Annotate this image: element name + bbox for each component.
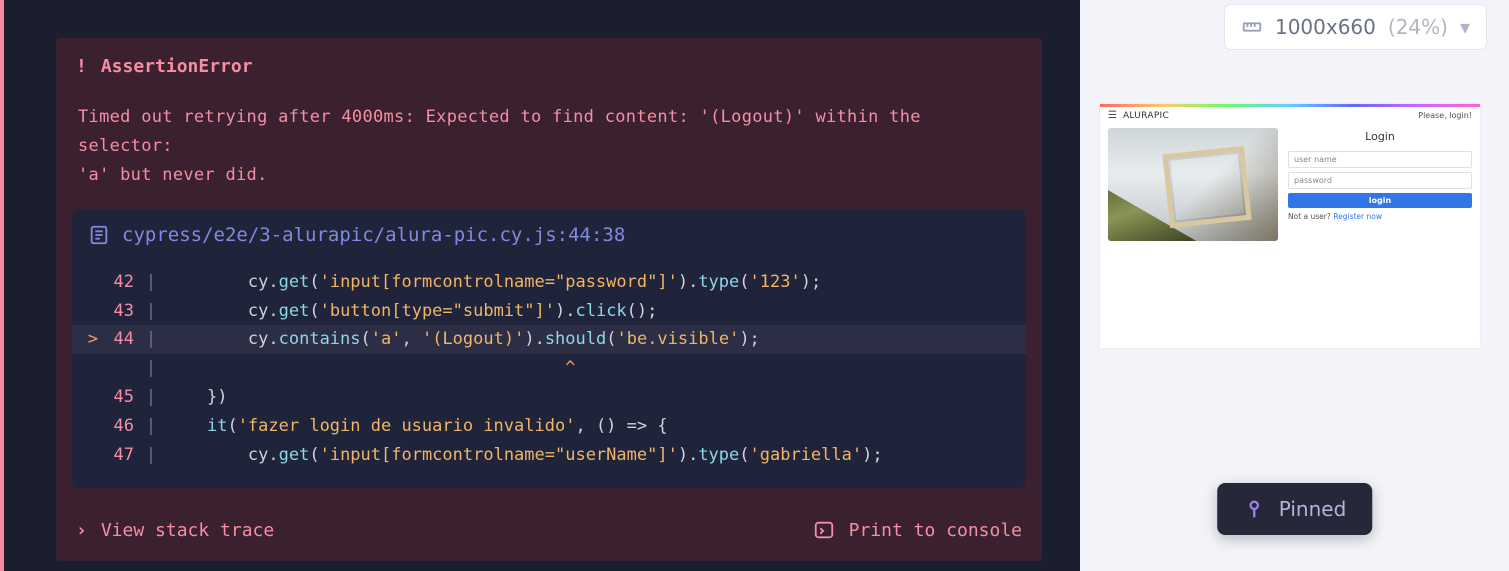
preview-login-form: Login user name password login Not a use… — [1288, 128, 1472, 241]
file-icon — [88, 224, 110, 246]
view-stack-trace-label: View stack trace — [101, 520, 274, 541]
code-line-caret: | ^ — [72, 354, 1026, 383]
error-message-line-1: Timed out retrying after 4000ms: Expecte… — [78, 103, 1020, 161]
viewport-scale: (24%) — [1388, 15, 1448, 39]
error-title: AssertionError — [101, 56, 253, 77]
login-button[interactable]: login — [1288, 193, 1472, 208]
test-error-panel: ! AssertionError Timed out retrying afte… — [0, 0, 1080, 571]
pinned-snapshot-badge[interactable]: Pinned — [1217, 483, 1373, 535]
error-message: Timed out retrying after 4000ms: Expecte… — [56, 91, 1042, 210]
view-stack-trace-button[interactable]: › View stack trace — [76, 520, 274, 541]
preview-hero-image — [1108, 128, 1278, 241]
register-row: Not a user? Register now — [1288, 212, 1472, 221]
chevron-right-icon: › — [76, 520, 87, 541]
chevron-down-icon: ▾ — [1460, 15, 1470, 39]
print-to-console-button[interactable]: Print to console — [813, 519, 1022, 541]
code-line-46: 46 | it('fazer login de usuario invalido… — [72, 412, 1026, 441]
code-file-path-row[interactable]: cypress/e2e/3-alurapic/alura-pic.cy.js:4… — [72, 210, 1026, 260]
not-a-user-text: Not a user? — [1288, 212, 1331, 221]
code-line-47: 47 | cy.get('input[formcontrolname="user… — [72, 441, 1026, 470]
exclamation-icon: ! — [76, 56, 87, 77]
preview-body: Login user name password login Not a use… — [1100, 124, 1480, 249]
code-line-43: 43 | cy.get('button[type="submit"]').cli… — [72, 297, 1026, 326]
error-footer: › View stack trace Print to console — [76, 519, 1022, 541]
ruler-icon — [1241, 16, 1263, 38]
please-login-text: Please, login! — [1418, 111, 1472, 120]
print-to-console-label: Print to console — [849, 520, 1022, 541]
password-input[interactable]: password — [1288, 172, 1472, 189]
preview-header: ☰ ALURAPIC Please, login! — [1100, 107, 1480, 124]
code-line-44: > 44 | cy.contains('a', '(Logout)').shou… — [72, 325, 1026, 354]
code-frame: cypress/e2e/3-alurapic/alura-pic.cy.js:4… — [72, 210, 1026, 488]
error-header: ! AssertionError — [56, 38, 1042, 91]
pin-icon — [1243, 498, 1265, 520]
code-line-42: 42 | cy.get('input[formcontrolname="pass… — [72, 268, 1026, 297]
username-input[interactable]: user name — [1288, 151, 1472, 168]
console-icon — [813, 519, 835, 541]
code-line-45: 45 | }) — [72, 383, 1026, 412]
hamburger-icon[interactable]: ☰ — [1108, 110, 1117, 121]
assertion-error-box: ! AssertionError Timed out retrying afte… — [56, 38, 1042, 561]
login-heading: Login — [1288, 130, 1472, 143]
viewport-selector[interactable]: 1000x660 (24%) ▾ — [1224, 4, 1487, 50]
register-link[interactable]: Register now — [1333, 212, 1382, 221]
error-message-line-2: 'a' but never did. — [78, 161, 1020, 190]
app-under-test-preview[interactable]: ☰ ALURAPIC Please, login! Login user nam… — [1100, 104, 1480, 348]
viewport-dimensions: 1000x660 — [1275, 15, 1376, 39]
pinned-label: Pinned — [1279, 497, 1347, 521]
file-path[interactable]: cypress/e2e/3-alurapic/alura-pic.cy.js:4… — [122, 224, 625, 246]
code-lines: 42 | cy.get('input[formcontrolname="pass… — [72, 260, 1026, 488]
app-preview-panel: 1000x660 (24%) ▾ ☰ ALURAPIC Please, logi… — [1080, 0, 1509, 571]
preview-brand: ALURAPIC — [1123, 111, 1169, 121]
